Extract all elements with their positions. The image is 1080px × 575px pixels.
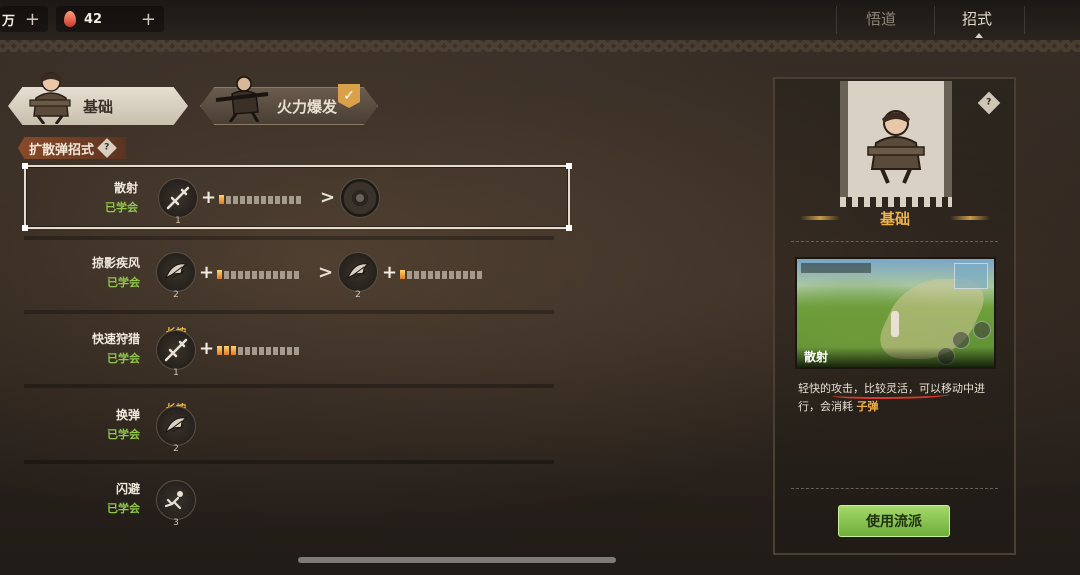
tab-divider [1024, 6, 1025, 34]
skill-status: 已学会 [107, 502, 140, 515]
row-divider [24, 236, 554, 240]
preview-caption: 散射 [797, 347, 994, 367]
currency-value: 万 [2, 13, 16, 29]
character-portrait-icon [867, 110, 925, 184]
gem-icon [64, 11, 76, 27]
row-divider [24, 384, 554, 388]
arrow-right-icon: > [320, 187, 336, 208]
highlight-text: 子弹 [856, 400, 879, 413]
ammo-bar [219, 195, 301, 204]
character-portrait-icon [215, 76, 269, 122]
tab-zhaoshi[interactable]: 招式 [962, 8, 992, 29]
divider [791, 488, 998, 489]
skill-name: 快速狩猎 [91, 332, 140, 346]
skill-status: 已学会 [107, 276, 140, 289]
skill-row-huandan[interactable]: 换弹 已学会 长按 2 [24, 394, 570, 458]
plus-icon: + [199, 262, 215, 283]
plus-icon: + [201, 187, 217, 208]
character-banner [840, 81, 952, 207]
skill-status: 已学会 [107, 352, 140, 365]
arrow-right-icon: > [318, 262, 334, 283]
skill-row-lueying[interactable]: 掠影疾风 已学会 2 + > 2 + [24, 242, 570, 306]
top-bar: 万 + 42 + 悟道 招式 [0, 0, 1080, 40]
skill-status: 已学会 [105, 201, 138, 214]
ammo-bar [217, 346, 299, 355]
ammo-bar [400, 270, 482, 279]
rifle-icon: 1 [156, 330, 196, 378]
wing-icon: 2 [156, 252, 196, 300]
gem-count: 42 [84, 11, 103, 27]
divider [791, 241, 998, 242]
plus-icon: + [199, 338, 215, 359]
row-divider [24, 310, 554, 314]
skill-row-kuaisu[interactable]: 快速狩猎 已学会 长按 1 + [24, 318, 570, 382]
section-header: 扩散弹招式 ? [18, 137, 126, 159]
tab-divider [934, 6, 935, 34]
currency-display: 万 + [0, 6, 48, 32]
minimap [954, 263, 988, 289]
decorative-border [0, 40, 1080, 52]
section-title: 扩散弹招式 [29, 142, 95, 158]
use-style-button[interactable]: 使用流派 [838, 505, 950, 537]
target-icon [340, 178, 380, 218]
wing-icon: 2 [156, 406, 196, 454]
skill-row-shanbi[interactable]: 闪避 已学会 3 [24, 468, 570, 532]
style-tab-label: 火力爆发 [276, 97, 337, 116]
character-portrait-icon [29, 72, 71, 124]
active-tab-indicator [975, 33, 983, 38]
add-currency-button[interactable]: + [25, 9, 40, 30]
wing-icon: 2 [338, 252, 378, 300]
skill-status: 已学会 [107, 428, 140, 441]
skill-name: 散射 [113, 181, 138, 195]
ammo-bar [217, 270, 299, 279]
style-title: 基础 [879, 210, 910, 228]
skill-name: 换弹 [115, 408, 140, 422]
tab-divider [836, 6, 837, 34]
row-divider [24, 460, 554, 464]
plus-icon: + [382, 262, 398, 283]
dodge-icon: 3 [156, 480, 196, 528]
skill-name: 闪避 [115, 482, 140, 496]
home-indicator[interactable] [298, 557, 616, 563]
tab-wudao[interactable]: 悟道 [866, 8, 896, 29]
skill-name: 掠影疾风 [91, 256, 140, 270]
add-gem-button[interactable]: + [141, 9, 156, 30]
gem-display: 42 + [56, 6, 164, 32]
skill-row-sanshe[interactable]: 散射 已学会 1 + > [22, 163, 572, 231]
rifle-icon: 1 [158, 178, 198, 226]
style-tab-label: 基础 [82, 97, 113, 116]
skill-preview-video[interactable]: 散射 [795, 257, 996, 369]
info-icon[interactable]: ? [97, 138, 117, 158]
